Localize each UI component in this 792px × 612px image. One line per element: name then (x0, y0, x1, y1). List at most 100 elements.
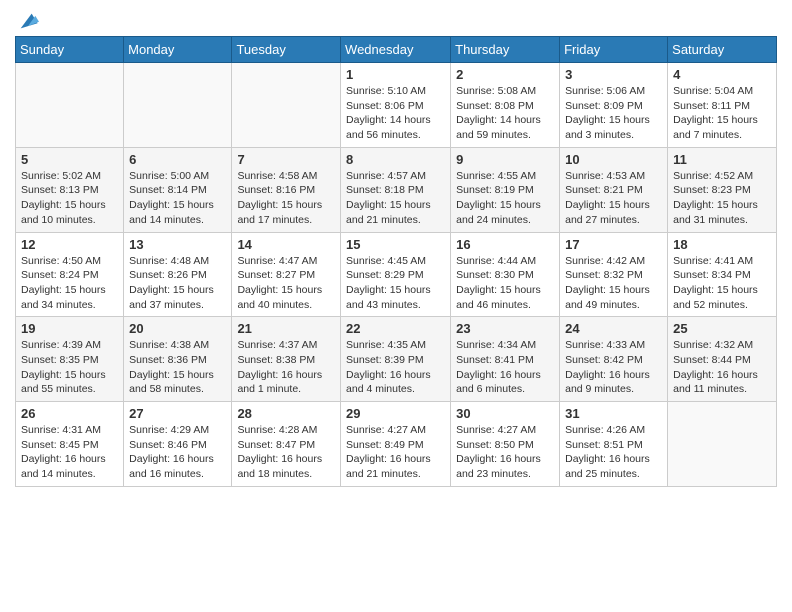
day-info: Sunrise: 4:38 AMSunset: 8:36 PMDaylight:… (129, 338, 226, 397)
calendar-cell: 30 Sunrise: 4:27 AMSunset: 8:50 PMDayligh… (451, 402, 560, 487)
day-number: 22 (346, 321, 445, 336)
day-number: 15 (346, 237, 445, 252)
calendar-cell: 29 Sunrise: 4:27 AMSunset: 8:49 PMDayligh… (341, 402, 451, 487)
calendar-cell: 22 Sunrise: 4:35 AMSunset: 8:39 PMDayligh… (341, 317, 451, 402)
calendar-cell: 21 Sunrise: 4:37 AMSunset: 8:38 PMDayligh… (232, 317, 341, 402)
day-number: 16 (456, 237, 554, 252)
calendar-cell: 17Sunrise: 4:42 AMSunset: 8:32 PMDayligh… (560, 232, 668, 317)
day-number: 21 (237, 321, 335, 336)
day-number: 24 (565, 321, 662, 336)
calendar-cell: 2 Sunrise: 5:08 AMSunset: 8:08 PMDaylight… (451, 63, 560, 148)
day-info: Sunrise: 4:39 AMSunset: 8:35 PMDaylight:… (21, 338, 118, 397)
calendar-table: SundayMondayTuesdayWednesdayThursdayFrid… (15, 36, 777, 487)
day-info: Sunrise: 5:04 AMSunset: 8:11 PMDaylight:… (673, 84, 771, 143)
calendar-cell: 26 Sunrise: 4:31 AMSunset: 8:45 PMDayligh… (16, 402, 124, 487)
calendar-cell: 23 Sunrise: 4:34 AMSunset: 8:41 PMDayligh… (451, 317, 560, 402)
weekday-header-friday: Friday (560, 37, 668, 63)
day-number: 7 (237, 152, 335, 167)
weekday-header-saturday: Saturday (668, 37, 777, 63)
calendar-cell: 4 Sunrise: 5:04 AMSunset: 8:11 PMDaylight… (668, 63, 777, 148)
day-info: Sunrise: 4:35 AMSunset: 8:39 PMDaylight:… (346, 338, 445, 397)
day-number: 26 (21, 406, 118, 421)
calendar-cell: 3 Sunrise: 5:06 AMSunset: 8:09 PMDaylight… (560, 63, 668, 148)
day-info: Sunrise: 4:34 AMSunset: 8:41 PMDaylight:… (456, 338, 554, 397)
day-info: Sunrise: 4:29 AMSunset: 8:46 PMDaylight:… (129, 423, 226, 482)
calendar-week-row: 1 Sunrise: 5:10 AMSunset: 8:06 PMDaylight… (16, 63, 777, 148)
day-info: Sunrise: 4:28 AMSunset: 8:47 PMDaylight:… (237, 423, 335, 482)
day-number: 23 (456, 321, 554, 336)
logo (15, 10, 39, 28)
weekday-header-monday: Monday (124, 37, 232, 63)
day-number: 29 (346, 406, 445, 421)
calendar-cell: 28 Sunrise: 4:28 AMSunset: 8:47 PMDayligh… (232, 402, 341, 487)
weekday-header-thursday: Thursday (451, 37, 560, 63)
calendar-cell (124, 63, 232, 148)
day-number: 1 (346, 67, 445, 82)
day-number: 5 (21, 152, 118, 167)
calendar-week-row: 19 Sunrise: 4:39 AMSunset: 8:35 PMDayligh… (16, 317, 777, 402)
day-number: 14 (237, 237, 335, 252)
day-number: 4 (673, 67, 771, 82)
day-info: Sunrise: 4:48 AMSunset: 8:26 PMDaylight:… (129, 254, 226, 313)
day-number: 10 (565, 152, 662, 167)
day-info: Sunrise: 4:55 AMSunset: 8:19 PMDaylight:… (456, 169, 554, 228)
day-number: 6 (129, 152, 226, 167)
day-info: Sunrise: 5:02 AMSunset: 8:13 PMDaylight:… (21, 169, 118, 228)
calendar-week-row: 26 Sunrise: 4:31 AMSunset: 8:45 PMDayligh… (16, 402, 777, 487)
day-info: Sunrise: 4:58 AMSunset: 8:16 PMDaylight:… (237, 169, 335, 228)
day-info: Sunrise: 5:08 AMSunset: 8:08 PMDaylight:… (456, 84, 554, 143)
calendar-cell: 5 Sunrise: 5:02 AMSunset: 8:13 PMDaylight… (16, 147, 124, 232)
calendar-cell: 31 Sunrise: 4:26 AMSunset: 8:51 PMDayligh… (560, 402, 668, 487)
day-number: 12 (21, 237, 118, 252)
day-number: 30 (456, 406, 554, 421)
calendar-cell: 16 Sunrise: 4:44 AMSunset: 8:30 PMDayligh… (451, 232, 560, 317)
day-info: Sunrise: 4:37 AMSunset: 8:38 PMDaylight:… (237, 338, 335, 397)
day-info: Sunrise: 4:50 AMSunset: 8:24 PMDaylight:… (21, 254, 118, 313)
calendar-cell: 24Sunrise: 4:33 AMSunset: 8:42 PMDayligh… (560, 317, 668, 402)
calendar-cell: 25 Sunrise: 4:32 AMSunset: 8:44 PMDayligh… (668, 317, 777, 402)
calendar-cell: 15 Sunrise: 4:45 AMSunset: 8:29 PMDayligh… (341, 232, 451, 317)
day-number: 2 (456, 67, 554, 82)
weekday-header-wednesday: Wednesday (341, 37, 451, 63)
calendar-cell: 20 Sunrise: 4:38 AMSunset: 8:36 PMDayligh… (124, 317, 232, 402)
calendar-cell: 19 Sunrise: 4:39 AMSunset: 8:35 PMDayligh… (16, 317, 124, 402)
day-number: 25 (673, 321, 771, 336)
day-info: Sunrise: 4:26 AMSunset: 8:51 PMDaylight:… (565, 423, 662, 482)
day-info: Sunrise: 4:52 AMSunset: 8:23 PMDaylight:… (673, 169, 771, 228)
page-header (15, 10, 777, 28)
calendar-cell (668, 402, 777, 487)
day-number: 31 (565, 406, 662, 421)
day-info: Sunrise: 4:45 AMSunset: 8:29 PMDaylight:… (346, 254, 445, 313)
day-number: 28 (237, 406, 335, 421)
day-number: 18 (673, 237, 771, 252)
day-info: Sunrise: 5:06 AMSunset: 8:09 PMDaylight:… (565, 84, 662, 143)
day-number: 11 (673, 152, 771, 167)
day-number: 13 (129, 237, 226, 252)
calendar-cell: 1 Sunrise: 5:10 AMSunset: 8:06 PMDaylight… (341, 63, 451, 148)
day-info: Sunrise: 4:44 AMSunset: 8:30 PMDaylight:… (456, 254, 554, 313)
day-info: Sunrise: 4:57 AMSunset: 8:18 PMDaylight:… (346, 169, 445, 228)
calendar-cell: 11 Sunrise: 4:52 AMSunset: 8:23 PMDayligh… (668, 147, 777, 232)
weekday-header-sunday: Sunday (16, 37, 124, 63)
calendar-cell: 12 Sunrise: 4:50 AMSunset: 8:24 PMDayligh… (16, 232, 124, 317)
calendar-cell: 9 Sunrise: 4:55 AMSunset: 8:19 PMDaylight… (451, 147, 560, 232)
day-info: Sunrise: 4:27 AMSunset: 8:49 PMDaylight:… (346, 423, 445, 482)
weekday-header-tuesday: Tuesday (232, 37, 341, 63)
day-info: Sunrise: 4:27 AMSunset: 8:50 PMDaylight:… (456, 423, 554, 482)
day-info: Sunrise: 5:10 AMSunset: 8:06 PMDaylight:… (346, 84, 445, 143)
calendar-week-row: 12 Sunrise: 4:50 AMSunset: 8:24 PMDayligh… (16, 232, 777, 317)
calendar-cell: 10 Sunrise: 4:53 AMSunset: 8:21 PMDayligh… (560, 147, 668, 232)
day-number: 9 (456, 152, 554, 167)
day-info: Sunrise: 4:53 AMSunset: 8:21 PMDaylight:… (565, 169, 662, 228)
day-info: Sunrise: 4:32 AMSunset: 8:44 PMDaylight:… (673, 338, 771, 397)
day-info: Sunrise: 4:31 AMSunset: 8:45 PMDaylight:… (21, 423, 118, 482)
logo-icon (17, 10, 39, 32)
calendar-cell: 18Sunrise: 4:41 AMSunset: 8:34 PMDayligh… (668, 232, 777, 317)
day-number: 3 (565, 67, 662, 82)
calendar-cell: 13 Sunrise: 4:48 AMSunset: 8:26 PMDayligh… (124, 232, 232, 317)
day-number: 20 (129, 321, 226, 336)
calendar-cell (16, 63, 124, 148)
day-number: 19 (21, 321, 118, 336)
calendar-week-row: 5 Sunrise: 5:02 AMSunset: 8:13 PMDaylight… (16, 147, 777, 232)
calendar-cell: 8Sunrise: 4:57 AMSunset: 8:18 PMDaylight… (341, 147, 451, 232)
